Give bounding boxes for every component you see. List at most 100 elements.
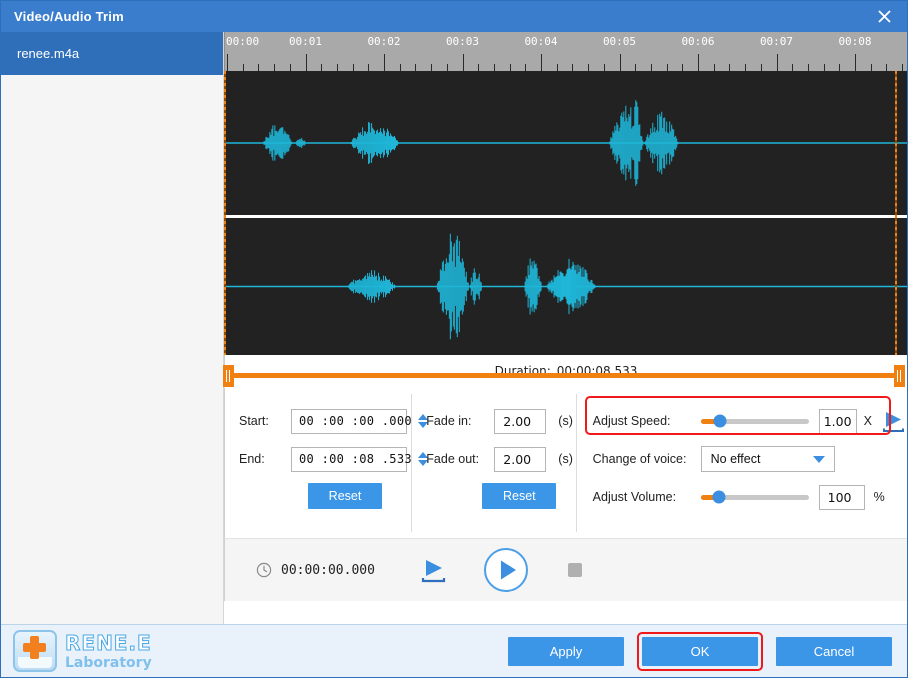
- waveform-area[interactable]: [224, 71, 907, 355]
- adjust-volume-value: 100: [827, 489, 852, 505]
- speed-preview-button[interactable]: [879, 410, 907, 432]
- ruler-tick-major: [855, 54, 856, 71]
- ruler-tick-minor: [713, 64, 715, 71]
- fade-in-value: 2.00: [503, 413, 532, 429]
- ok-button[interactable]: OK: [642, 636, 758, 666]
- ruler-tick-minor: [336, 64, 338, 71]
- adjust-speed-unit: X: [863, 414, 872, 428]
- adjust-speed-slider[interactable]: [700, 414, 809, 428]
- ruler-tick-minor: [525, 64, 527, 71]
- preview-segment-button[interactable]: [417, 557, 449, 583]
- waveform-channel-left[interactable]: [225, 71, 907, 215]
- duration-label: Duration:: [494, 364, 551, 378]
- adjust-speed-input[interactable]: 1.00: [818, 408, 857, 434]
- ruler-tick-minor: [321, 64, 323, 71]
- duration-strip: Duration: 00:00:08.533: [223, 355, 907, 387]
- apply-button[interactable]: Apply: [508, 636, 624, 666]
- ruler-tick-minor: [431, 64, 433, 71]
- adjust-speed-label: Adjust Speed:: [592, 414, 671, 428]
- file-list-sidebar: renee.m4a: [1, 32, 224, 624]
- adjust-speed-slider-knob[interactable]: [713, 414, 727, 428]
- ruler-tick-minor: [760, 64, 762, 71]
- reset-fade-row: Reset: [412, 478, 576, 514]
- ruler-label: 00:02: [367, 35, 401, 48]
- ruler-tick-minor: [242, 64, 244, 71]
- end-time-input[interactable]: 00 :00 :08 .533: [291, 446, 428, 472]
- fade-out-unit: (s): [558, 452, 573, 466]
- current-time-display: 00:00:00.000: [256, 562, 375, 578]
- adjust-volume-slider[interactable]: [700, 490, 809, 504]
- trim-start-handle[interactable]: [223, 365, 234, 387]
- trim-end-handle[interactable]: [894, 365, 905, 387]
- advanced-column: Adjust Speed: 1.00 X Change of voice: No…: [577, 388, 907, 538]
- ruler-label: 00:04: [524, 35, 558, 48]
- start-row: Start: 00 :00 :00 .000: [225, 402, 428, 440]
- waveform-channel-right[interactable]: [225, 218, 907, 355]
- transport-bar: 00:00:00.000: [224, 538, 907, 601]
- ruler-tick-major: [227, 54, 228, 71]
- ruler-tick-minor: [745, 64, 747, 71]
- footer-actions: Apply OK Cancel: [508, 631, 892, 671]
- sidebar-item-renee-m4a[interactable]: renee.m4a: [1, 32, 223, 75]
- fade-in-unit: (s): [558, 414, 573, 428]
- chevron-down-icon: [812, 455, 825, 463]
- adjust-speed-value: 1.00: [823, 413, 852, 429]
- ruler-tick-minor: [478, 64, 480, 71]
- ruler-label: 00:06: [681, 35, 715, 48]
- ruler-tick-minor: [446, 64, 448, 71]
- ruler-tick-major: [776, 54, 778, 71]
- ruler-tick-minor: [635, 64, 637, 71]
- adjust-volume-unit: %: [873, 490, 885, 504]
- ruler-tick-major: [541, 54, 542, 71]
- ruler-tick-major: [305, 54, 307, 71]
- close-icon: [877, 10, 891, 23]
- reset-trim-button[interactable]: Reset: [308, 483, 382, 509]
- change-of-voice-row: Change of voice: No effect: [577, 440, 907, 478]
- current-time-value: 00:00:00.000: [281, 562, 375, 578]
- window-body: renee.m4a 00:00 00:01 00:02 00:03 00:04 00:05…: [1, 32, 907, 624]
- reset-time-row: Reset: [225, 478, 412, 514]
- ruler-label: 00:00: [226, 35, 260, 48]
- ruler-tick-minor: [870, 64, 872, 71]
- medical-cross-logo-icon: [13, 630, 57, 672]
- play-button[interactable]: [483, 547, 529, 593]
- adjust-volume-input[interactable]: 100: [818, 484, 865, 510]
- ruler-label: 00:05: [602, 35, 637, 48]
- fade-out-label: Fade out:: [426, 452, 480, 466]
- trim-end-line[interactable]: [895, 71, 897, 355]
- duration-value: 00:00:08.533: [556, 364, 638, 378]
- duration-readout: Duration: 00:00:08.533: [495, 364, 638, 378]
- ruler-tick-minor: [352, 64, 354, 71]
- fade-in-label: Fade in:: [426, 414, 472, 428]
- video-audio-trim-window: Video/Audio Trim renee.m4a 00:00 00:01 00:…: [0, 0, 908, 678]
- fade-out-input[interactable]: 2.00: [494, 446, 547, 472]
- ruler-tick-minor: [792, 64, 794, 71]
- ruler-tick-minor: [258, 64, 260, 71]
- ruler-tick-minor: [886, 64, 888, 71]
- ruler-tick-minor: [289, 64, 291, 71]
- cancel-button[interactable]: Cancel: [776, 636, 892, 666]
- change-of-voice-select[interactable]: No effect: [700, 446, 835, 472]
- adjust-volume-label: Adjust Volume:: [592, 490, 677, 504]
- ruler-tick-minor: [650, 64, 652, 71]
- clock-icon: [256, 562, 272, 578]
- editor-pane: 00:00 00:01 00:02 00:03 00:04 00:05 00:06 00:07…: [223, 32, 907, 624]
- reset-fade-button[interactable]: Reset: [482, 483, 557, 509]
- ruler-tick-minor: [415, 64, 417, 71]
- footer-bar: RENE.E Laboratory Apply OK Cancel: [1, 624, 907, 677]
- ruler-tick-minor: [572, 64, 574, 71]
- fade-out-row: Fade out: 2.00 (s): [412, 440, 576, 478]
- trim-time-column: Start: 00 :00 :00 .000 End: 00 :00:08 .…: [225, 388, 428, 538]
- adjust-volume-slider-knob[interactable]: [712, 490, 726, 504]
- ruler-label: 00:03: [445, 35, 480, 48]
- fade-in-input[interactable]: 2.00: [494, 408, 547, 434]
- start-time-input[interactable]: 00 :00 :00 .000: [291, 408, 428, 434]
- close-button[interactable]: [861, 1, 907, 32]
- ruler-tick-minor: [509, 64, 511, 71]
- stop-button[interactable]: [567, 562, 583, 578]
- timeline-ruler[interactable]: 00:00 00:01 00:02 00:03 00:04 00:05 00:06 00:07…: [224, 32, 907, 71]
- fade-column: Fade in: 2.00 (s) Fade out: 2.00 (s) Res…: [412, 388, 577, 538]
- trim-start-line[interactable]: [224, 71, 226, 355]
- ruler-tick-major: [619, 54, 621, 71]
- ruler-tick-minor: [399, 64, 401, 71]
